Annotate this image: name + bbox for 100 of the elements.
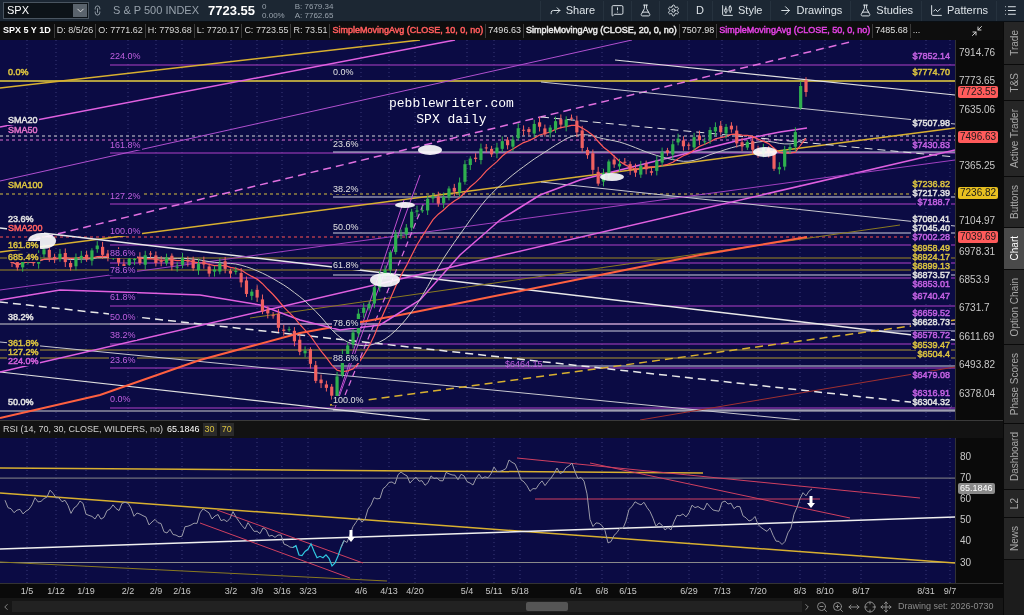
fibonacci-label: 78.6% — [109, 266, 137, 275]
date-label: 1/19 — [76, 586, 96, 596]
dropdown-caret-icon[interactable] — [73, 4, 87, 17]
scroll-left-icon[interactable] — [1, 601, 11, 612]
price-level-label: $6539.47 — [911, 341, 951, 350]
date-label: 6/8 — [594, 586, 610, 596]
highlight-ellipse — [395, 202, 415, 208]
zoom-in-icon[interactable] — [832, 600, 844, 613]
side-tab[interactable]: Buttons — [1004, 177, 1024, 229]
drawings-button[interactable]: Drawings — [770, 0, 851, 21]
date-label: 7/13 — [712, 586, 732, 596]
level-label: 38.2% — [7, 313, 35, 322]
fibonacci-label: 78.6% — [332, 319, 360, 328]
scroll-right-icon[interactable] — [802, 601, 812, 612]
zoom-out-icon[interactable] — [816, 600, 828, 613]
level-label: 685.4% — [7, 253, 40, 262]
down-arrow-icon — [347, 530, 355, 542]
fibonacci-label: 224.0% — [109, 52, 142, 61]
studies-button[interactable]: Studies — [850, 0, 922, 21]
side-tab[interactable]: Phase Scores — [1004, 344, 1024, 425]
level-label: 50.0% — [7, 398, 35, 407]
move-icon[interactable] — [880, 600, 892, 613]
date-label: 3/2 — [223, 586, 239, 596]
price-level-label: $6740.47 — [911, 292, 951, 301]
axis-tick-label: 6493.82 — [959, 360, 996, 370]
level-label: 161.8% — [7, 241, 40, 250]
scrollbar-track[interactable] — [12, 601, 802, 612]
study-value: 7496.63 — [485, 24, 523, 38]
date-label: 1/12 — [46, 586, 66, 596]
net-change: 0 — [262, 1, 268, 11]
fibonacci-label: 23.6% — [332, 140, 360, 149]
menu-icon — [1004, 4, 1017, 17]
level-value: 30 — [202, 422, 217, 437]
study-value: 7485.68 — [872, 24, 910, 38]
level-label: SMA100 — [7, 181, 44, 190]
price-level-label: $7774.70 — [911, 68, 951, 77]
axis-tick-label: 6853.9 — [959, 275, 990, 285]
study-value: 65.1846 — [167, 422, 200, 436]
highlight-ellipse — [753, 147, 777, 157]
fibonacci-label: 38.2% — [332, 185, 360, 194]
patterns-button[interactable]: Patterns — [921, 0, 996, 21]
date-label: 3/23 — [298, 586, 318, 596]
price-level-label: $7852.14 — [911, 52, 951, 61]
price-level-label: $7217.39 — [911, 189, 951, 198]
axis-tick-label: 70 — [960, 473, 972, 484]
side-tab[interactable]: Dashboard — [1004, 424, 1024, 491]
price-level-label: $6504.4 — [916, 350, 951, 359]
price-level-label: $6628.73 — [911, 318, 951, 327]
level-label: 224.0% — [7, 357, 40, 366]
down-arrow-icon — [807, 496, 815, 508]
axis-tick-label: 50 — [960, 515, 972, 526]
side-tab[interactable]: Active Trader — [1004, 101, 1024, 178]
line-chart-icon — [930, 4, 944, 17]
side-tab[interactable]: News — [1004, 518, 1024, 561]
side-tab[interactable]: Chart — [1004, 228, 1024, 270]
date-label: 8/3 — [792, 586, 808, 596]
side-tab[interactable]: Option Chain — [1004, 269, 1024, 345]
level-label: 361.8% — [7, 339, 40, 348]
value-badge: 65.1846 — [958, 483, 995, 494]
date-label: 2/16 — [172, 586, 192, 596]
collapse-icon[interactable] — [971, 25, 983, 37]
price-badge: 7723.55 — [958, 86, 999, 98]
date-label: 2/9 — [148, 586, 164, 596]
fibonacci-label: 61.8% — [109, 293, 137, 302]
chart-title: SPX 5 Y 1D — [2, 24, 52, 38]
date-label: 7/20 — [748, 586, 768, 596]
study-name: SimpleMovingAvg (CLOSE, 10, 0, no) — [329, 24, 486, 38]
date-label: 4/20 — [405, 586, 425, 596]
fibonacci-label: 127.2% — [109, 192, 142, 201]
alert-icon — [611, 4, 625, 17]
axis-tick-label: 80 — [960, 452, 972, 462]
axis-tick-label: 7914.76 — [959, 48, 996, 58]
side-tab[interactable]: Trade — [1004, 22, 1024, 65]
share-button[interactable]: Share — [539, 0, 604, 21]
study-value: 7507.98 — [678, 24, 717, 38]
link-icon[interactable] — [92, 5, 103, 16]
fibonacci-label: 100.0% — [109, 227, 142, 236]
symbol-description: S & P 500 INDEX — [113, 3, 199, 19]
quote-value: C: 7723.55 — [241, 24, 291, 38]
side-tab[interactable]: T&S — [1004, 64, 1024, 102]
fibonacci-label: 100.0% — [332, 396, 365, 405]
side-tab[interactable]: L2 — [1004, 490, 1024, 519]
study-name: RSI (14, 70, 30, CLOSE, WILDERS, no) — [3, 422, 164, 436]
symbol-field[interactable]: SPX — [3, 2, 89, 19]
level-label: SMA200 — [7, 224, 44, 233]
fibonacci-label: 50.0% — [109, 313, 137, 322]
crosshair-icon[interactable] — [864, 600, 876, 613]
scrollbar-thumb[interactable] — [526, 602, 568, 611]
price-level-label: $7080.41 — [911, 215, 951, 224]
bid-price: B: 7679.34 — [294, 1, 334, 11]
period-button[interactable]: D — [687, 0, 712, 21]
price-level-label: $6479.08 — [911, 371, 951, 380]
candlestick-icon — [721, 4, 734, 17]
quote-value: O: 7771.62 — [95, 24, 145, 38]
ask-price: A: 7762.65 — [294, 10, 334, 20]
date-label: 1/5 — [19, 586, 35, 596]
style-button[interactable]: Style — [712, 0, 771, 21]
level-label: 0.0% — [7, 68, 30, 77]
fibonacci-label: 38.2% — [109, 331, 137, 340]
more-text[interactable]: ... — [909, 24, 923, 38]
